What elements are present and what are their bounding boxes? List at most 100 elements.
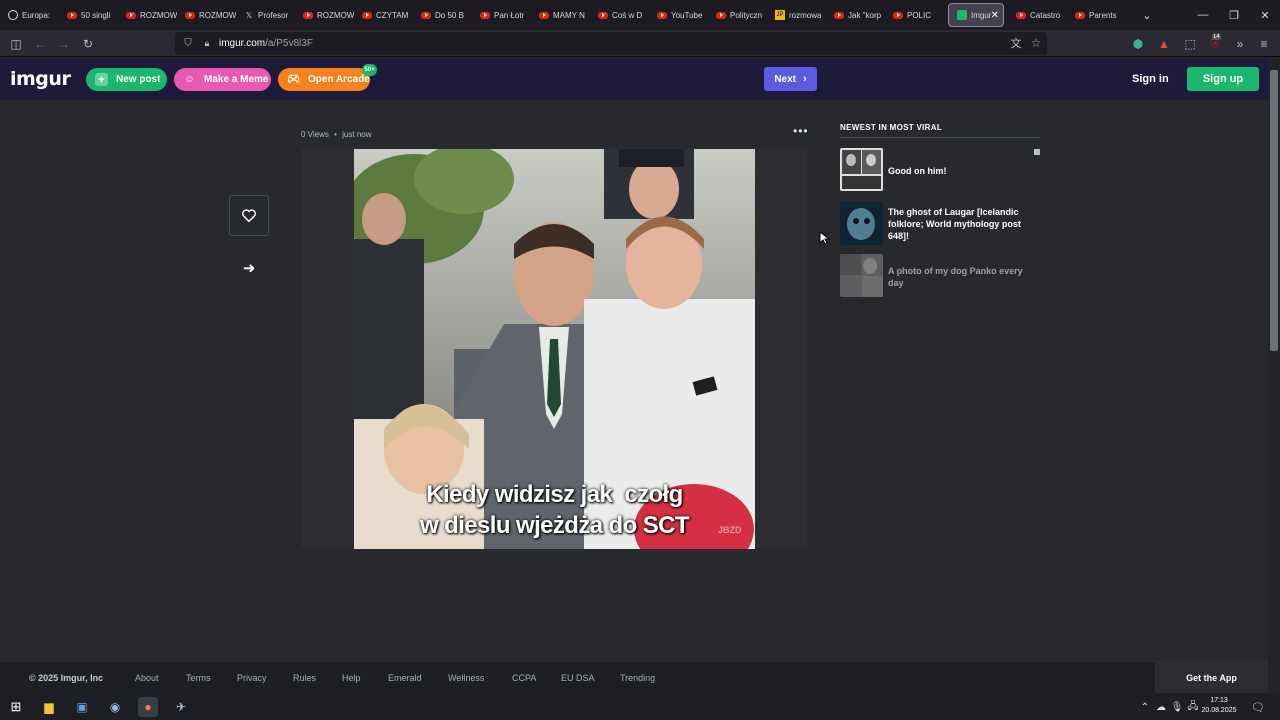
- share-arrow-icon[interactable]: ➜: [238, 259, 260, 277]
- post-image[interactable]: Kiedy widzisz jak czołg w dieslu wjeżdża…: [354, 149, 755, 549]
- extension-shield-icon[interactable]: ⬢: [1129, 35, 1147, 53]
- url-bar[interactable]: ⛉ 🔒︎ imgur.com/a/P5v8l3F 文 ☆: [175, 32, 1047, 55]
- browser-tab[interactable]: ROZMOW: [295, 0, 354, 30]
- extension-fox-icon[interactable]: ▲: [1155, 35, 1173, 53]
- youtube-icon: [1016, 11, 1026, 19]
- file-explorer-icon[interactable]: ▆: [39, 697, 59, 717]
- youtube-icon: [1075, 11, 1085, 19]
- footer-link-privacy[interactable]: Privacy: [237, 673, 267, 683]
- sidebar-item[interactable]: A photo of my dog Panko every day: [840, 254, 1040, 298]
- back-icon[interactable]: ←: [31, 35, 49, 53]
- next-button[interactable]: Next ›: [764, 67, 817, 91]
- like-button[interactable]: [229, 195, 269, 236]
- overflow-chevron-icon[interactable]: »: [1231, 35, 1249, 53]
- next-label: Next: [774, 73, 796, 85]
- browser-tab[interactable]: Coś w D: [590, 0, 649, 30]
- page-scrollbar-thumb[interactable]: [1270, 70, 1278, 351]
- footer-link-wellness[interactable]: Wellness: [448, 673, 484, 683]
- browser-tab[interactable]: YouTube: [649, 0, 708, 30]
- site-footer: © 2025 Imgur, Inc About Terms Privacy Ru…: [0, 661, 1268, 694]
- tab-label: ROZMOW: [317, 10, 354, 20]
- tab-active[interactable]: Imgur ✕: [948, 3, 1004, 27]
- footer-link-rules[interactable]: Rules: [293, 673, 316, 683]
- bookmark-star-icon[interactable]: ☆: [1027, 34, 1045, 52]
- sidebar-item[interactable]: The ghost of Laugar [Icelandic folklore;…: [840, 202, 1040, 246]
- footer-link-trending[interactable]: Trending: [620, 673, 655, 683]
- tab-label: Imgur: [971, 10, 992, 20]
- get-the-app-button[interactable]: Get the App: [1155, 662, 1268, 694]
- tracking-shield-icon[interactable]: ⛉: [179, 34, 197, 52]
- make-meme-button[interactable]: ☺ Make a Meme: [174, 68, 271, 91]
- lock-icon[interactable]: 🔒︎: [198, 34, 216, 52]
- plus-icon: +: [95, 73, 108, 86]
- browser-tab[interactable]: Polityczn: [708, 0, 767, 30]
- heart-icon: [242, 209, 256, 222]
- footer-copyright: © 2025 Imgur, Inc: [29, 673, 104, 683]
- remote-desktop-icon[interactable]: ▣: [72, 697, 92, 717]
- mouse-cursor-icon: [819, 231, 829, 245]
- x-icon: 𝕏: [245, 10, 253, 20]
- footer-link-help[interactable]: Help: [342, 673, 361, 683]
- browser-tab[interactable]: Catastro: [1008, 0, 1067, 30]
- sidebar-item[interactable]: Good on him!: [840, 148, 1040, 192]
- sign-in-link[interactable]: Sign in: [1132, 73, 1169, 85]
- footer-link-terms[interactable]: Terms: [186, 673, 211, 683]
- clock-date: 20.08.2025: [1201, 707, 1237, 714]
- new-post-button[interactable]: + New post: [86, 68, 167, 91]
- minimize-icon[interactable]: —: [1187, 0, 1219, 30]
- forward-icon[interactable]: →: [55, 35, 73, 53]
- gamepad-icon: 🎮︎: [287, 74, 300, 85]
- extensions-puzzle-icon[interactable]: ⬚: [1181, 35, 1199, 53]
- tab-list-chevron-icon[interactable]: ⌄: [1131, 0, 1163, 30]
- app-rocket-icon[interactable]: ✈: [171, 697, 191, 717]
- browser-tab[interactable]: ROZMOW: [118, 0, 177, 30]
- sign-up-button[interactable]: Sign up: [1187, 67, 1259, 91]
- firefox-icon[interactable]: ●: [138, 697, 158, 717]
- thumbnail-image: [840, 202, 883, 245]
- browser-tab[interactable]: CZYTAM: [354, 0, 413, 30]
- tab-label: CZYTAM: [376, 10, 409, 20]
- footer-link-eu-dsa[interactable]: EU DSA: [561, 673, 595, 683]
- tab-label: rozmowa: [789, 10, 822, 20]
- youtube-icon: [893, 11, 903, 19]
- new-post-label: New post: [116, 74, 161, 85]
- system-clock[interactable]: 17:13 20.08.2025: [1200, 696, 1238, 716]
- browser-tab[interactable]: Parents: [1067, 0, 1126, 30]
- footer-link-about[interactable]: About: [135, 673, 159, 683]
- steam-icon[interactable]: ◉: [105, 697, 125, 717]
- post-meta: 0 Views • just now: [301, 130, 372, 139]
- browser-tab[interactable]: Do 50 B: [413, 0, 472, 30]
- browser-tab[interactable]: MAMY N: [531, 0, 590, 30]
- browser-tab[interactable]: ROZMOW: [177, 0, 236, 30]
- menu-hamburger-icon[interactable]: ≡: [1255, 35, 1273, 53]
- footer-link-ccpa[interactable]: CCPA: [512, 673, 536, 683]
- sidebar-divider: [840, 137, 1040, 138]
- more-options-icon[interactable]: •••: [793, 124, 809, 138]
- footer-link-emerald[interactable]: Emerald: [388, 673, 422, 683]
- browser-nav-bar: ◫ ← → ↻ ⛉ 🔒︎ imgur.com/a/P5v8l3F 文 ☆ ⬢ ▲…: [0, 30, 1280, 57]
- notifications-icon[interactable]: 🗨: [1248, 697, 1268, 717]
- sidebar-toggle-icon[interactable]: ◫: [7, 35, 25, 53]
- sidebar-thumbnail: [840, 254, 883, 297]
- sidebar-title: NEWEST IN MOST VIRAL: [840, 123, 942, 132]
- reload-icon[interactable]: ↻: [79, 35, 97, 53]
- browser-tab[interactable]: POLIC: [885, 0, 944, 30]
- sidebar-item-title: Good on him!: [888, 166, 947, 176]
- tab-close-icon[interactable]: ✕: [991, 10, 999, 21]
- restore-icon[interactable]: ❐: [1218, 0, 1250, 30]
- translate-icon[interactable]: 文: [1007, 34, 1025, 52]
- browser-tab[interactable]: 𝕏 Profesor: [236, 0, 295, 30]
- window-close-icon[interactable]: ✕: [1249, 0, 1280, 30]
- imgur-logo[interactable]: imgur: [10, 68, 71, 90]
- browser-tab[interactable]: 50 singli: [59, 0, 118, 30]
- tab-label: Parents: [1089, 10, 1117, 20]
- open-arcade-label: Open Arcade: [308, 74, 370, 85]
- browser-tab[interactable]: Pan Łotr: [472, 0, 531, 30]
- post-time: just now: [342, 130, 372, 139]
- browser-tab[interactable]: Europa:: [0, 0, 59, 30]
- tab-label: 50 singli: [81, 10, 111, 20]
- browser-tab[interactable]: JP rozmowa: [767, 0, 826, 30]
- windows-start-icon[interactable]: ⊞: [6, 697, 26, 717]
- browser-tab[interactable]: Jak "korp: [826, 0, 885, 30]
- open-arcade-button[interactable]: 🎮︎ Open Arcade: [278, 68, 370, 91]
